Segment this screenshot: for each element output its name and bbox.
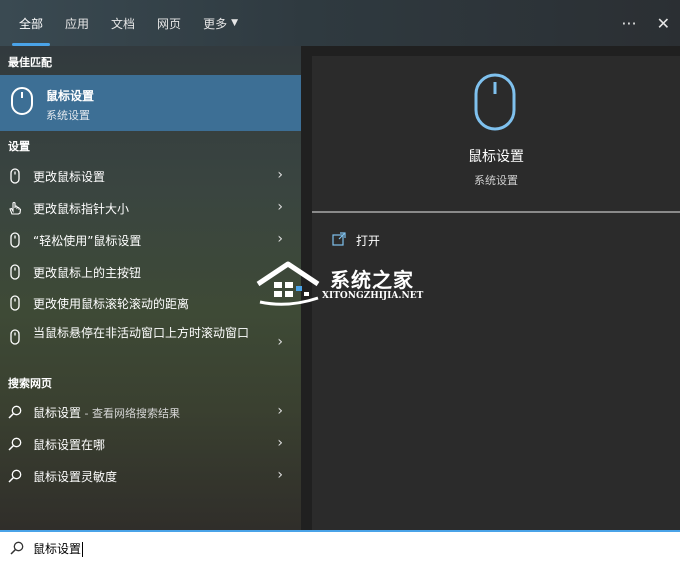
settings-item[interactable]: “轻松使用”鼠标设置 › [0, 224, 301, 256]
settings-item[interactable]: 当鼠标悬停在非活动窗口上方时滚动窗口 › [0, 321, 301, 365]
web-search-hint: - 查看网络搜索结果 [81, 407, 180, 420]
header-actions: ··· ✕ [621, 0, 670, 46]
settings-item-label: 更改鼠标设置 [33, 170, 106, 184]
web-search-label: 鼠标设置 - 查看网络搜索结果 [33, 404, 180, 421]
search-icon [9, 540, 25, 560]
tab-label: 应用 [65, 16, 90, 31]
settings-item-label: 更改鼠标上的主按钮 [33, 266, 142, 280]
open-label: 打开 [356, 233, 381, 248]
best-match-subtitle: 系统设置 [46, 109, 90, 122]
mouse-icon [472, 72, 518, 136]
close-icon[interactable]: ✕ [657, 14, 670, 33]
settings-item[interactable]: 更改鼠标指针大小 › [0, 192, 301, 224]
mouse-icon [7, 329, 23, 345]
divider [312, 211, 680, 213]
filter-tabs: 全部 应用 文档 网页 更多 ▼ [8, 0, 249, 46]
chevron-right-icon: › [277, 435, 283, 451]
tab-all[interactable]: 全部 [8, 0, 54, 46]
web-search-item[interactable]: 鼠标设置 - 查看网络搜索结果 › [0, 396, 301, 428]
tab-label: 更多 [203, 16, 228, 31]
web-search-label: 鼠标设置在哪 [33, 438, 106, 452]
settings-item-label: 更改使用鼠标滚轮滚动的距离 [33, 297, 190, 311]
tab-documents[interactable]: 文档 [100, 0, 146, 46]
web-search-item[interactable]: 鼠标设置在哪 › [0, 428, 301, 460]
tab-web[interactable]: 网页 [146, 0, 192, 46]
watermark-url: XITONGZHIJIA.NET [322, 291, 424, 301]
best-match-item[interactable]: 鼠标设置 系统设置 [0, 75, 301, 131]
preview-subtitle: 系统设置 [474, 174, 518, 187]
settings-item[interactable]: 更改鼠标设置 › [0, 160, 301, 192]
section-web-search: 搜索网页 [8, 377, 52, 390]
tab-label: 全部 [19, 16, 44, 31]
search-box[interactable]: 鼠标设置 [0, 530, 680, 564]
mouse-icon [7, 168, 23, 184]
open-icon [332, 231, 346, 250]
watermark-logo: 系统之家 XITONGZHIJIA.NET [252, 258, 432, 308]
chevron-right-icon: › [277, 467, 283, 483]
chevron-right-icon: › [277, 403, 283, 419]
web-search-item[interactable]: 鼠标设置灵敏度 › [0, 460, 301, 492]
chevron-right-icon: › [277, 334, 283, 350]
web-search-query: 鼠标设置 [33, 406, 82, 420]
mouse-icon [7, 295, 23, 311]
settings-item-label: 更改鼠标指针大小 [33, 202, 130, 216]
tab-label: 文档 [111, 16, 136, 31]
preview-title: 鼠标设置 [468, 149, 524, 165]
best-match-title: 鼠标设置 [46, 89, 95, 103]
more-options-icon[interactable]: ··· [621, 14, 636, 33]
watermark-name: 系统之家 [330, 268, 414, 292]
search-icon [7, 468, 23, 484]
chevron-right-icon: › [277, 167, 283, 183]
text-cursor [82, 542, 84, 557]
search-input[interactable]: 鼠标设置 [33, 540, 84, 557]
settings-item-label: 当鼠标悬停在非活动窗口上方时滚动窗口 [33, 326, 250, 340]
mouse-icon [10, 86, 34, 120]
settings-item-label: “轻松使用”鼠标设置 [33, 234, 142, 248]
tab-more[interactable]: 更多 ▼ [192, 0, 249, 46]
search-icon [7, 436, 23, 452]
web-search-label: 鼠标设置灵敏度 [33, 470, 118, 484]
search-header: 全部 应用 文档 网页 更多 ▼ ··· ✕ [0, 0, 680, 46]
mouse-icon [7, 264, 23, 280]
search-icon [7, 404, 23, 420]
chevron-right-icon: › [277, 199, 283, 215]
mouse-icon [7, 232, 23, 248]
open-action[interactable]: 打开 [332, 230, 380, 250]
section-best-match: 最佳匹配 [8, 56, 52, 69]
tab-label: 网页 [157, 16, 182, 31]
chevron-right-icon: › [277, 231, 283, 247]
chevron-down-icon: ▼ [231, 18, 238, 28]
tab-apps[interactable]: 应用 [54, 0, 100, 46]
pointer-hand-icon [7, 200, 23, 216]
section-settings: 设置 [8, 140, 30, 153]
house-logo-icon [256, 261, 320, 306]
search-input-value: 鼠标设置 [33, 542, 82, 556]
